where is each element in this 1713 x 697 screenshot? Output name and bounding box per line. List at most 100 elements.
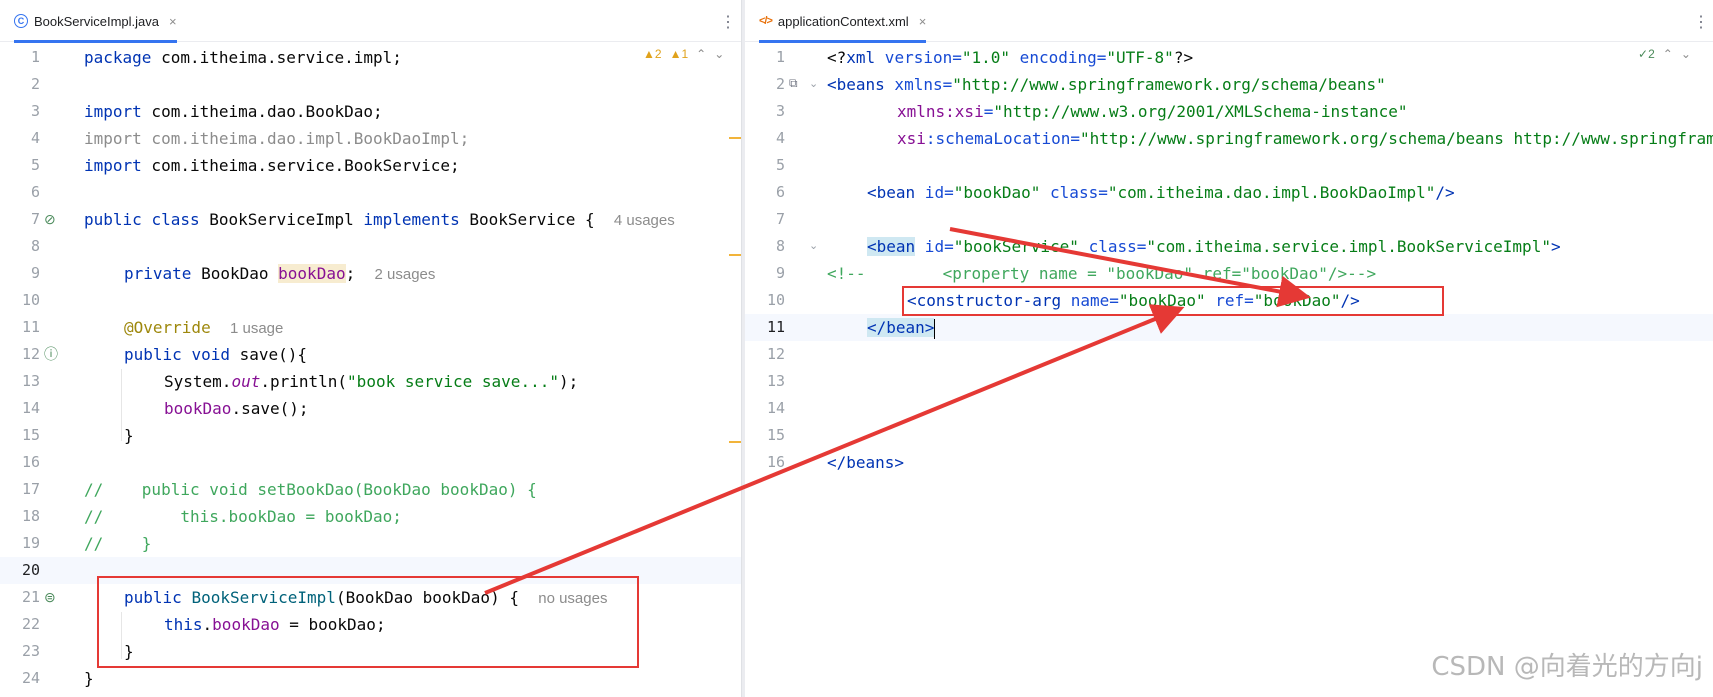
line-number: 8: [775, 237, 785, 255]
code-line[interactable]: 12 ⓘ public void save(){: [0, 341, 741, 368]
code-token: public: [84, 210, 142, 229]
line-number: 7: [30, 210, 40, 228]
code-line[interactable]: 13: [745, 368, 1713, 395]
code-token: id=: [915, 183, 954, 202]
spring-bean-gutter-icon[interactable]: ⧉: [789, 70, 798, 97]
fold-arrow-icon[interactable]: ⌄: [809, 71, 818, 98]
tab-label: BookServiceImpl.java: [34, 13, 159, 29]
close-tab-icon[interactable]: ×: [169, 14, 177, 29]
line-number: 21: [21, 588, 40, 606]
active-tab-indicator: [759, 40, 927, 43]
code-line[interactable]: 6 <bean id="bookDao" class="com.itheima.d…: [745, 179, 1713, 206]
code-line[interactable]: 9 <!-- <property name = "bookDao" ref="bo…: [745, 260, 1713, 287]
code-line[interactable]: 11 @Override 1 usage: [0, 314, 741, 341]
override-gutter-icon[interactable]: ⓘ: [44, 341, 58, 368]
highlight-box-constructor: [97, 576, 639, 668]
code-token: System.: [164, 372, 232, 391]
line-number: 13: [21, 372, 40, 390]
code-line[interactable]: 13 System.out.println("book service save.…: [0, 368, 741, 395]
code-line[interactable]: 24}: [0, 665, 741, 692]
code-token: :schemaLocation=: [925, 129, 1081, 148]
code-line[interactable]: 2 ⧉ ⌄ <beans xmlns="http://www.springframew…: [745, 71, 1713, 98]
tab-applicationcontext[interactable]: </> applicationContext.xml ×: [759, 0, 927, 43]
tab-bookserviceimpl[interactable]: C BookServiceImpl.java ×: [14, 0, 177, 43]
tab-label: applicationContext.xml: [777, 13, 909, 29]
line-number: 24: [21, 669, 40, 687]
code-line[interactable]: 5: [745, 152, 1713, 179]
line-number: 3: [775, 102, 785, 120]
line-number: 18: [21, 507, 40, 525]
code-token: "bookDao": [953, 183, 1041, 202]
line-number: 23: [21, 642, 40, 660]
code-token: </bean>: [867, 318, 935, 337]
code-line[interactable]: 18 // this.bookDao = bookDao;: [0, 503, 741, 530]
line-number: 12: [766, 345, 785, 363]
line-number: 13: [766, 372, 785, 390]
line-number: 8: [30, 237, 40, 255]
implements-gutter-icon[interactable]: ⊘: [44, 206, 56, 233]
usages-hint[interactable]: 4 usages: [614, 212, 675, 229]
line-number: 20: [21, 561, 40, 579]
more-options-icon[interactable]: ⋮: [720, 12, 736, 32]
usages-hint[interactable]: 1 usage: [230, 320, 283, 337]
code-line[interactable]: 15}: [0, 422, 741, 449]
line-number: 9: [775, 264, 785, 282]
constructor-gutter-icon[interactable]: ⊜: [44, 584, 56, 611]
code-line[interactable]: 1 <?xml version="1.0" encoding="UTF-8"?>: [745, 44, 1713, 71]
code-line[interactable]: 19 // }: [0, 530, 741, 557]
code-token: implements: [363, 210, 460, 229]
code-line[interactable]: 2: [0, 71, 741, 98]
watermark: CSDN @向着光的方向j: [1431, 652, 1703, 682]
code-line[interactable]: 3 import com.itheima.dao.BookDao;: [0, 98, 741, 125]
more-options-icon[interactable]: ⋮: [1693, 12, 1709, 32]
code-line[interactable]: 1 package com.itheima.service.impl;: [0, 44, 741, 71]
code-line-current[interactable]: 11 </bean>: [745, 314, 1713, 341]
line-number: 10: [21, 291, 40, 309]
code-line[interactable]: 17 // public void setBookDao(BookDao book…: [0, 476, 741, 503]
code-line[interactable]: 3 xmlns:xsi="http://www.w3.org/2001/XMLSc…: [745, 98, 1713, 125]
line-number: 14: [766, 399, 785, 417]
usages-hint[interactable]: 2 usages: [375, 266, 436, 283]
code-token: com.itheima.service.BookService;: [141, 156, 460, 175]
code-line[interactable]: 15: [745, 422, 1713, 449]
code-token: "http://www.w3.org/2001/XMLSchema-instan…: [993, 102, 1408, 121]
code-token: =: [983, 102, 994, 121]
code-line[interactable]: 5 import com.itheima.service.BookService;: [0, 152, 741, 179]
right-editor-pane[interactable]: </> applicationContext.xml × ⋮ ✓2 ⌃ ⌄ 1 <…: [745, 0, 1713, 697]
code-line[interactable]: 8: [0, 233, 741, 260]
line-number: 16: [21, 453, 40, 471]
fold-arrow-icon[interactable]: ⌄: [809, 233, 818, 260]
java-class-icon: C: [14, 14, 28, 28]
code-comment: // public void setBookDao(BookDao bookDa…: [84, 480, 537, 499]
left-editor-pane[interactable]: C BookServiceImpl.java × ⋮ ▲2 ▲1 ⌃ ⌄ 1 pa…: [0, 0, 741, 697]
code-token: id=: [915, 237, 954, 256]
code-token: package: [84, 48, 152, 67]
code-line[interactable]: 8 ⌄ <bean id="bookService" class="com.ithe…: [745, 233, 1713, 260]
code-token: private: [124, 264, 192, 283]
line-number: 2: [30, 75, 40, 93]
code-line[interactable]: 12: [745, 341, 1713, 368]
code-line[interactable]: 7: [745, 206, 1713, 233]
line-number: 4: [775, 129, 785, 147]
code-line[interactable]: 16: [0, 449, 741, 476]
code-line[interactable]: 9 private BookDao bookDao; 2 usages: [0, 260, 741, 287]
code-line[interactable]: 4 import com.itheima.dao.impl.BookDaoImpl…: [0, 125, 741, 152]
code-token: <bean: [867, 183, 916, 202]
code-line[interactable]: 16 </beans>: [745, 449, 1713, 476]
code-line[interactable]: 6: [0, 179, 741, 206]
code-token: "http://www.springframework.org/schema/b…: [952, 75, 1386, 94]
code-token: "bookService": [953, 237, 1079, 256]
code-comment: // }: [84, 534, 152, 553]
line-number: 6: [775, 183, 785, 201]
code-line[interactable]: 14 bookDao.save();: [0, 395, 741, 422]
close-tab-icon[interactable]: ×: [919, 14, 927, 29]
line-number: 14: [21, 399, 40, 417]
code-line[interactable]: 4 xsi:schemaLocation="http://www.springfr…: [745, 125, 1713, 152]
code-token: void: [191, 345, 230, 364]
code-token: .println(: [260, 372, 348, 391]
code-line[interactable]: 7 ⊘ public class BookServiceImpl implement…: [0, 206, 741, 233]
code-line[interactable]: 10: [0, 287, 741, 314]
code-token: "com.itheima.dao.impl.BookDaoImpl": [1107, 183, 1436, 202]
code-line[interactable]: 14: [745, 395, 1713, 422]
line-number: 12: [21, 345, 40, 363]
